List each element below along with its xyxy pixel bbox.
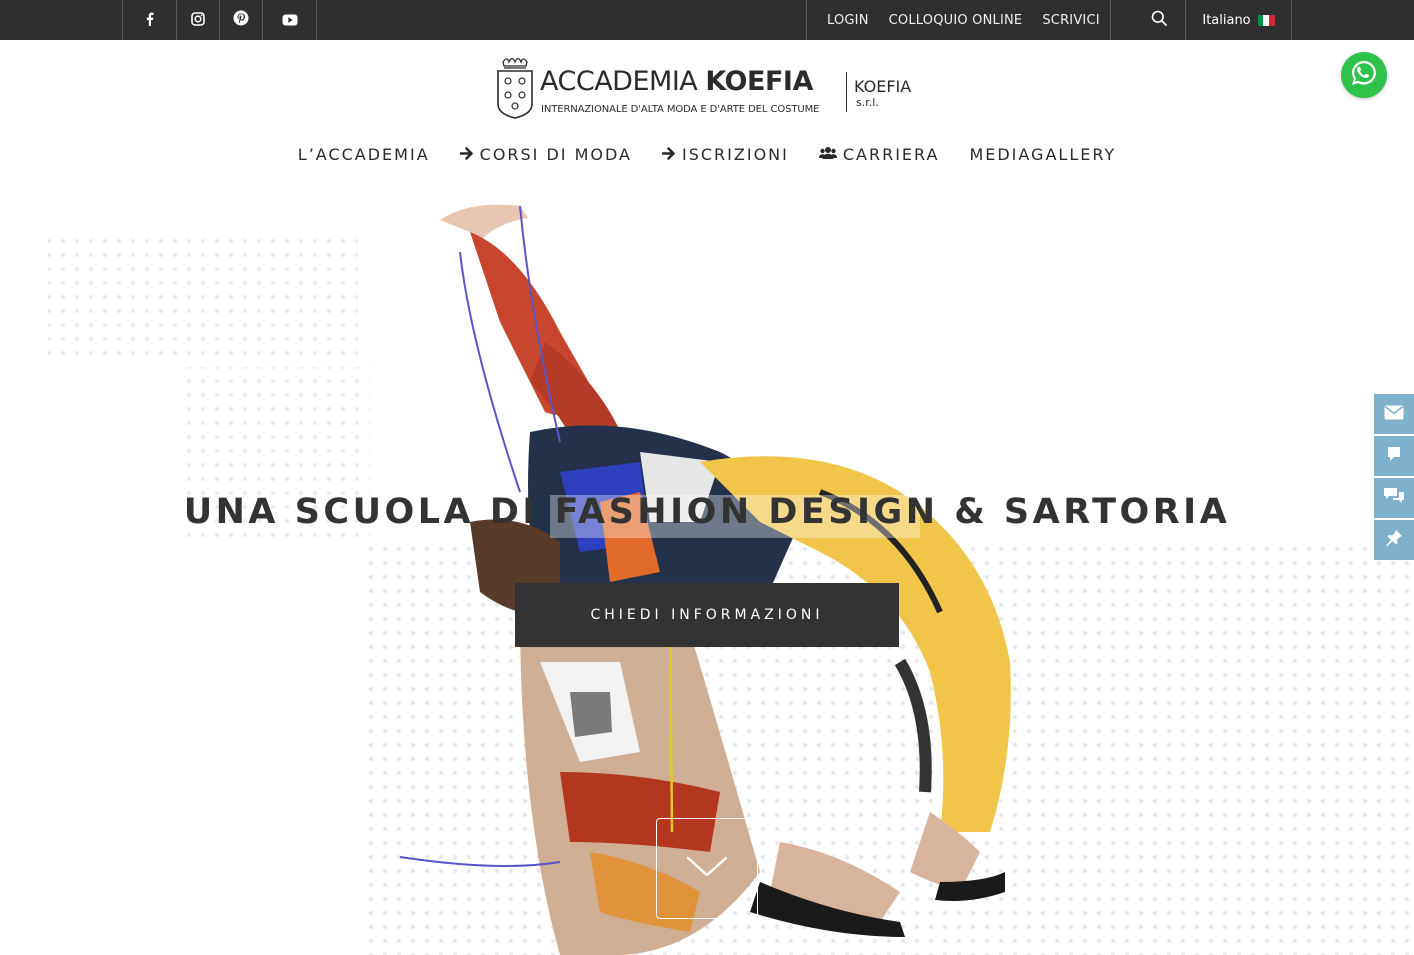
nav-item-iscrizioni[interactable]: ISCRIZIONI xyxy=(661,145,789,164)
nav-item-label: MEDIAGALLERY xyxy=(969,145,1117,164)
facebook-button[interactable] xyxy=(123,0,177,40)
login-link[interactable]: LOGIN xyxy=(827,13,869,28)
logo-title: ACCADEMIA KOEFIA xyxy=(540,66,813,97)
nav-item-mediagallery[interactable]: MEDIAGALLERY xyxy=(969,145,1116,164)
crest-icon xyxy=(497,57,533,119)
whatsapp-button[interactable] xyxy=(1341,52,1387,98)
comment-button[interactable] xyxy=(1374,436,1414,476)
language-label: Italiano xyxy=(1202,12,1251,28)
contact-link[interactable]: SCRIVICI xyxy=(1042,13,1099,28)
nav-item-corsi-di-moda[interactable]: CORSI DI MODA xyxy=(459,145,632,164)
chevron-down-icon xyxy=(685,855,729,883)
request-info-button[interactable]: CHIEDI INFORMAZIONI xyxy=(515,583,899,647)
nav-item-accademia[interactable]: L’ACCADEMIA xyxy=(298,145,430,164)
scroll-down-button[interactable] xyxy=(656,818,758,919)
search-button[interactable] xyxy=(1132,0,1186,40)
facebook-icon xyxy=(146,11,154,30)
side-contact-dock xyxy=(1374,394,1414,562)
comment-icon xyxy=(1387,446,1401,466)
whatsapp-icon xyxy=(1349,58,1379,92)
arrow-right-icon xyxy=(661,145,676,164)
top-bar: LOGIN COLLOQUIO ONLINE SCRIVICI Italiano xyxy=(0,0,1414,40)
nav-item-carriera[interactable]: CARRIERA xyxy=(818,145,940,164)
arrow-right-icon xyxy=(459,145,474,164)
social-links xyxy=(122,0,317,40)
online-interview-link[interactable]: COLLOQUIO ONLINE xyxy=(889,13,1023,28)
envelope-icon xyxy=(1384,405,1404,424)
logo-divider xyxy=(846,72,847,112)
hero-section: UNA SCUOLA DI FASHION DESIGN & SARTORIA … xyxy=(0,192,1414,955)
nav-item-label: L’ACCADEMIA xyxy=(297,145,430,164)
logo-subtitle: INTERNAZIONALE D'ALTA MODA E D'ARTE DEL … xyxy=(541,104,820,115)
nav-item-label: CARRIERA xyxy=(842,145,940,164)
nav-item-label: CORSI DI MODA xyxy=(479,145,632,164)
search-icon xyxy=(1151,10,1167,30)
users-icon xyxy=(818,145,837,164)
main-navigation: L’ACCADEMIA CORSI DI MODA ISCRIZIONI CAR… xyxy=(0,145,1414,164)
logo-company-type: s.r.l. xyxy=(856,96,879,109)
language-selector[interactable]: Italiano xyxy=(1186,0,1292,40)
youtube-icon xyxy=(282,11,298,30)
nav-item-label: ISCRIZIONI xyxy=(682,145,789,164)
pin-icon xyxy=(1385,529,1403,551)
instagram-button[interactable] xyxy=(177,0,220,40)
site-logo[interactable]: ACCADEMIA KOEFIA INTERNAZIONALE D'ALTA M… xyxy=(495,52,920,122)
pinterest-button[interactable] xyxy=(220,0,263,40)
pinterest-icon xyxy=(233,10,249,30)
logo-company: KOEFIA xyxy=(854,77,912,96)
hero-title: UNA SCUOLA DI FASHION DESIGN & SARTORIA xyxy=(183,492,1231,532)
email-button[interactable] xyxy=(1374,394,1414,434)
italian-flag-icon xyxy=(1257,14,1275,26)
youtube-button[interactable] xyxy=(263,0,317,40)
instagram-icon xyxy=(191,11,205,30)
top-links: LOGIN COLLOQUIO ONLINE SCRIVICI xyxy=(806,0,1111,40)
